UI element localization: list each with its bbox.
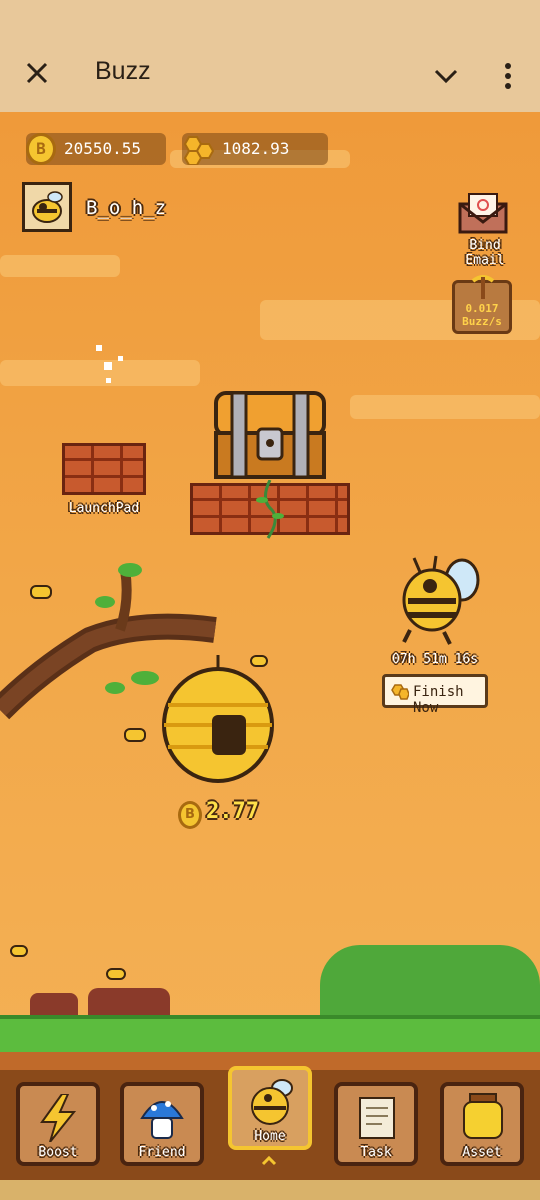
nav-friend[interactable]: Friend [120, 1082, 204, 1166]
sparkle [96, 345, 102, 351]
honey-jar-icon [463, 1093, 503, 1139]
bind-email-label: Bind Email [465, 238, 505, 268]
bee-timer-card: 07h 51m 16s Finish Now [382, 550, 488, 716]
bush [320, 945, 540, 1025]
small-bee [106, 968, 126, 980]
cloud [350, 395, 540, 419]
nav-asset[interactable]: Asset [440, 1082, 524, 1166]
small-bee [250, 655, 268, 667]
app-bar: Buzz [0, 0, 540, 112]
bottom-strip [0, 1180, 540, 1200]
cloud [0, 360, 200, 386]
honeycomb-icon [183, 136, 214, 165]
more-vert-icon[interactable] [497, 60, 519, 92]
close-icon[interactable] [22, 58, 52, 88]
chest-icon [214, 391, 326, 479]
envelope-icon [458, 193, 508, 234]
user-name[interactable]: B_o_h_z [86, 197, 166, 219]
coin-balance-value: 20550.55 [64, 139, 142, 158]
lightning-icon [40, 1094, 77, 1142]
scroll-icon [359, 1097, 395, 1139]
coin-icon: B [178, 801, 202, 829]
honeycomb-balance-value: 1082.93 [222, 139, 290, 158]
small-bee [124, 728, 146, 742]
mining-rate-value: 0.017 [465, 302, 499, 315]
chevron-up-icon [261, 1156, 277, 1166]
treasure-chest[interactable] [190, 385, 350, 539]
finish-now-button[interactable]: Finish Now [382, 674, 488, 716]
bind-email-button[interactable]: Bind Email [448, 190, 522, 268]
nav-home[interactable]: Home [228, 1066, 312, 1150]
sparkle [118, 356, 123, 361]
bee-icon [251, 1079, 293, 1125]
chevron-down-icon[interactable] [432, 62, 460, 90]
launchpad-bricks [62, 443, 146, 495]
sparkle [104, 362, 112, 370]
nav-home-label: Home [254, 1129, 286, 1144]
mining-rate-badge[interactable]: 0.017 Buzz/s [452, 275, 512, 334]
nav-task[interactable]: Task [334, 1082, 418, 1166]
nav-boost-label: Boost [38, 1145, 78, 1160]
mushroom-icon [140, 1101, 184, 1139]
honeycomb-icon [391, 684, 409, 700]
launchpad-button[interactable]: LaunchPad [60, 443, 148, 519]
nav-friend-label: Friend [138, 1145, 186, 1160]
nav-boost[interactable]: Boost [16, 1082, 100, 1166]
nav-task-label: Task [360, 1145, 392, 1160]
cloud [0, 255, 120, 277]
finish-now-label: Finish Now [413, 684, 464, 716]
user-avatar[interactable] [22, 182, 72, 232]
hive-coin-value: 2.77 [206, 799, 259, 824]
vine-icon [256, 480, 284, 539]
app-title: Buzz [95, 57, 151, 85]
bee-avatar-icon [32, 191, 63, 223]
small-bee [30, 585, 52, 599]
small-bee [10, 945, 28, 957]
sparkle [106, 378, 111, 383]
nav-asset-label: Asset [462, 1145, 502, 1160]
beehive-icon [162, 655, 274, 783]
bee-icon [402, 555, 480, 645]
coin-icon: B [26, 133, 56, 165]
bee-timer-text: 07h 51m 16s [391, 652, 479, 667]
coin-balance[interactable]: B 20550.55 [26, 133, 166, 165]
pickaxe-icon [471, 275, 495, 299]
launchpad-label: LaunchPad [68, 501, 140, 516]
beehive[interactable]: B 2.77 [158, 655, 278, 830]
mining-rate-unit: Buzz/s [462, 315, 502, 328]
honeycomb-balance[interactable]: 1082.93 [182, 133, 328, 165]
